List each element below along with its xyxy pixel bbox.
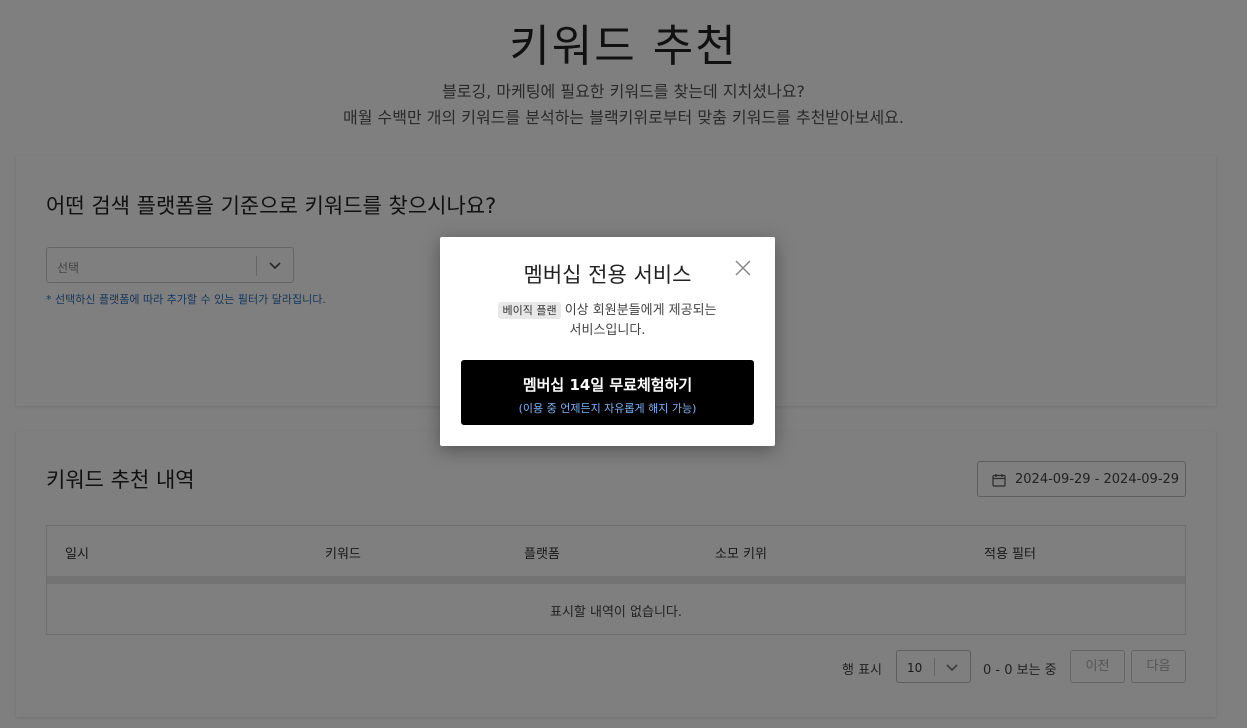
free-trial-label: 멤버십 14일 무료체험하기 xyxy=(522,376,693,394)
modal-desc-line1: 이상 회원분들에게 제공되는 xyxy=(560,303,717,318)
plan-badge: 베이직 플랜 xyxy=(498,302,561,319)
modal-desc-line2: 서비스입니다. xyxy=(569,323,646,338)
modal-description: 베이직 플랜 이상 회원분들에게 제공되는 서비스입니다. xyxy=(440,301,775,341)
close-icon[interactable] xyxy=(734,259,752,277)
free-trial-note: (이용 중 언제든지 자유롭게 해지 가능) xyxy=(518,402,697,415)
modal-title: 멤버십 전용 서비스 xyxy=(523,263,692,287)
membership-modal: 멤버십 전용 서비스 베이직 플랜 이상 회원분들에게 제공되는 서비스입니다.… xyxy=(440,237,775,446)
free-trial-button[interactable]: 멤버십 14일 무료체험하기 (이용 중 언제든지 자유롭게 해지 가능) xyxy=(461,360,754,425)
